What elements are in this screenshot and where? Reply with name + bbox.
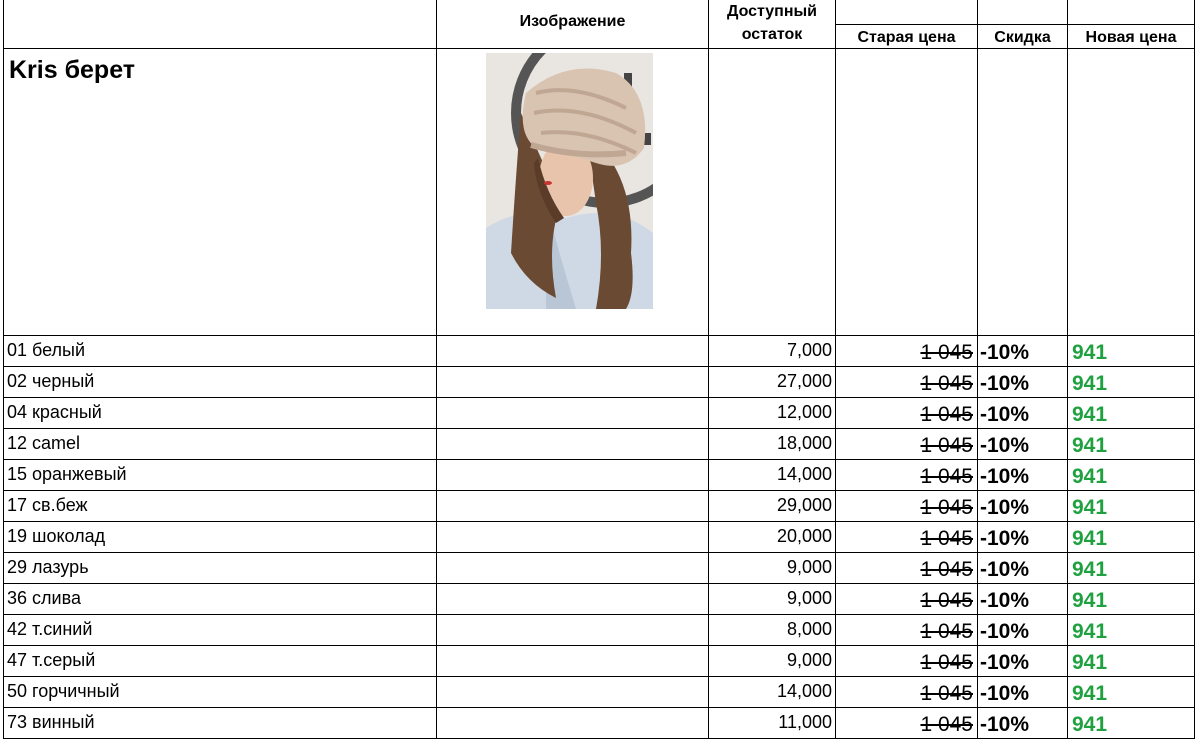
- old-price: 1 045: [920, 341, 973, 364]
- new-price: 941: [1072, 589, 1108, 612]
- variant-name: 47 т.серый: [7, 650, 96, 670]
- discount-value: -10%: [980, 403, 1030, 426]
- old-price: 1 045: [920, 651, 973, 674]
- old-price: 1 045: [920, 558, 973, 581]
- new-price: 941: [1072, 372, 1108, 395]
- table-row[interactable]: 12 camel 18,000 1 045 -10% 941: [0, 429, 1196, 460]
- table-row[interactable]: 04 красный 12,000 1 045 -10% 941: [0, 398, 1196, 429]
- product-photo[interactable]: [486, 53, 653, 309]
- old-price: 1 045: [920, 403, 973, 426]
- stock-value: 7,000: [786, 340, 832, 360]
- new-price: 941: [1072, 620, 1108, 643]
- table-row[interactable]: 42 т.синий 8,000 1 045 -10% 941: [0, 615, 1196, 646]
- header-discount: Скидка: [994, 29, 1051, 46]
- header-new-price: Новая цена: [1085, 29, 1177, 46]
- variant-name: 02 черный: [7, 371, 95, 391]
- stock-value: 27,000: [776, 371, 832, 391]
- variant-name: 36 слива: [7, 588, 81, 608]
- spreadsheet: Изображение Доступный остаток Старая цен…: [0, 0, 1196, 739]
- header-image: Изображение: [519, 13, 626, 30]
- variant-name: 17 св.беж: [7, 495, 88, 515]
- new-price: 941: [1072, 434, 1108, 457]
- table-row[interactable]: 36 слива 9,000 1 045 -10% 941: [0, 584, 1196, 615]
- new-price: 941: [1072, 682, 1108, 705]
- old-price: 1 045: [920, 527, 973, 550]
- stock-value: 11,000: [778, 712, 832, 732]
- new-price: 941: [1072, 713, 1108, 736]
- discount-value: -10%: [980, 558, 1030, 581]
- discount-value: -10%: [980, 682, 1030, 705]
- discount-value: -10%: [980, 341, 1030, 364]
- table-row[interactable]: 47 т.серый 9,000 1 045 -10% 941: [0, 646, 1196, 677]
- table-row[interactable]: 73 винный 11,000 1 045 -10% 941: [0, 708, 1196, 739]
- discount-value: -10%: [980, 620, 1030, 643]
- table-row[interactable]: 01 белый 7,000 1 045 -10% 941: [0, 336, 1196, 367]
- table-row[interactable]: 17 св.беж 29,000 1 045 -10% 941: [0, 491, 1196, 522]
- header-stock-line2: остаток: [741, 26, 803, 43]
- stock-value: 9,000: [786, 588, 832, 608]
- stock-value: 12,000: [776, 402, 832, 422]
- variant-name: 01 белый: [7, 340, 86, 360]
- table-row[interactable]: 50 горчичный 14,000 1 045 -10% 941: [0, 677, 1196, 708]
- table-row[interactable]: 15 оранжевый 14,000 1 045 -10% 941: [0, 460, 1196, 491]
- table-row[interactable]: 29 лазурь 9,000 1 045 -10% 941: [0, 553, 1196, 584]
- table-row[interactable]: 19 шоколад 20,000 1 045 -10% 941: [0, 522, 1196, 553]
- product-title: Kris берет: [9, 56, 136, 84]
- discount-value: -10%: [980, 496, 1030, 519]
- discount-value: -10%: [980, 465, 1030, 488]
- new-price: 941: [1072, 651, 1108, 674]
- header-stock-line1: Доступный: [726, 3, 817, 20]
- old-price: 1 045: [920, 372, 973, 395]
- header-old-price: Старая цена: [857, 29, 956, 46]
- old-price: 1 045: [920, 589, 973, 612]
- discount-value: -10%: [980, 372, 1030, 395]
- old-price: 1 045: [920, 496, 973, 519]
- stock-value: 9,000: [786, 557, 832, 577]
- variant-name: 15 оранжевый: [7, 464, 127, 484]
- new-price: 941: [1072, 341, 1108, 364]
- new-price: 941: [1072, 558, 1108, 581]
- stock-value: 14,000: [776, 464, 832, 484]
- old-price: 1 045: [920, 434, 973, 457]
- grid-line: [835, 24, 1195, 25]
- old-price: 1 045: [920, 620, 973, 643]
- old-price: 1 045: [920, 465, 973, 488]
- new-price: 941: [1072, 465, 1108, 488]
- variant-name: 50 горчичный: [7, 681, 120, 701]
- table-row[interactable]: 02 черный 27,000 1 045 -10% 941: [0, 367, 1196, 398]
- variant-name: 73 винный: [7, 712, 95, 732]
- discount-value: -10%: [980, 434, 1030, 457]
- discount-value: -10%: [980, 651, 1030, 674]
- new-price: 941: [1072, 527, 1108, 550]
- discount-value: -10%: [980, 713, 1030, 736]
- variant-name: 42 т.синий: [7, 619, 93, 639]
- variant-name: 04 красный: [7, 402, 102, 422]
- discount-value: -10%: [980, 589, 1030, 612]
- stock-value: 9,000: [786, 650, 832, 670]
- variant-name: 12 camel: [7, 433, 81, 453]
- old-price: 1 045: [920, 713, 973, 736]
- stock-value: 14,000: [776, 681, 832, 701]
- stock-value: 20,000: [776, 526, 832, 546]
- new-price: 941: [1072, 496, 1108, 519]
- variant-name: 29 лазурь: [7, 557, 89, 577]
- new-price: 941: [1072, 403, 1108, 426]
- variant-name: 19 шоколад: [7, 526, 106, 546]
- stock-value: 18,000: [776, 433, 832, 453]
- discount-value: -10%: [980, 527, 1030, 550]
- stock-value: 8,000: [786, 619, 832, 639]
- old-price: 1 045: [920, 682, 973, 705]
- stock-value: 29,000: [776, 495, 832, 515]
